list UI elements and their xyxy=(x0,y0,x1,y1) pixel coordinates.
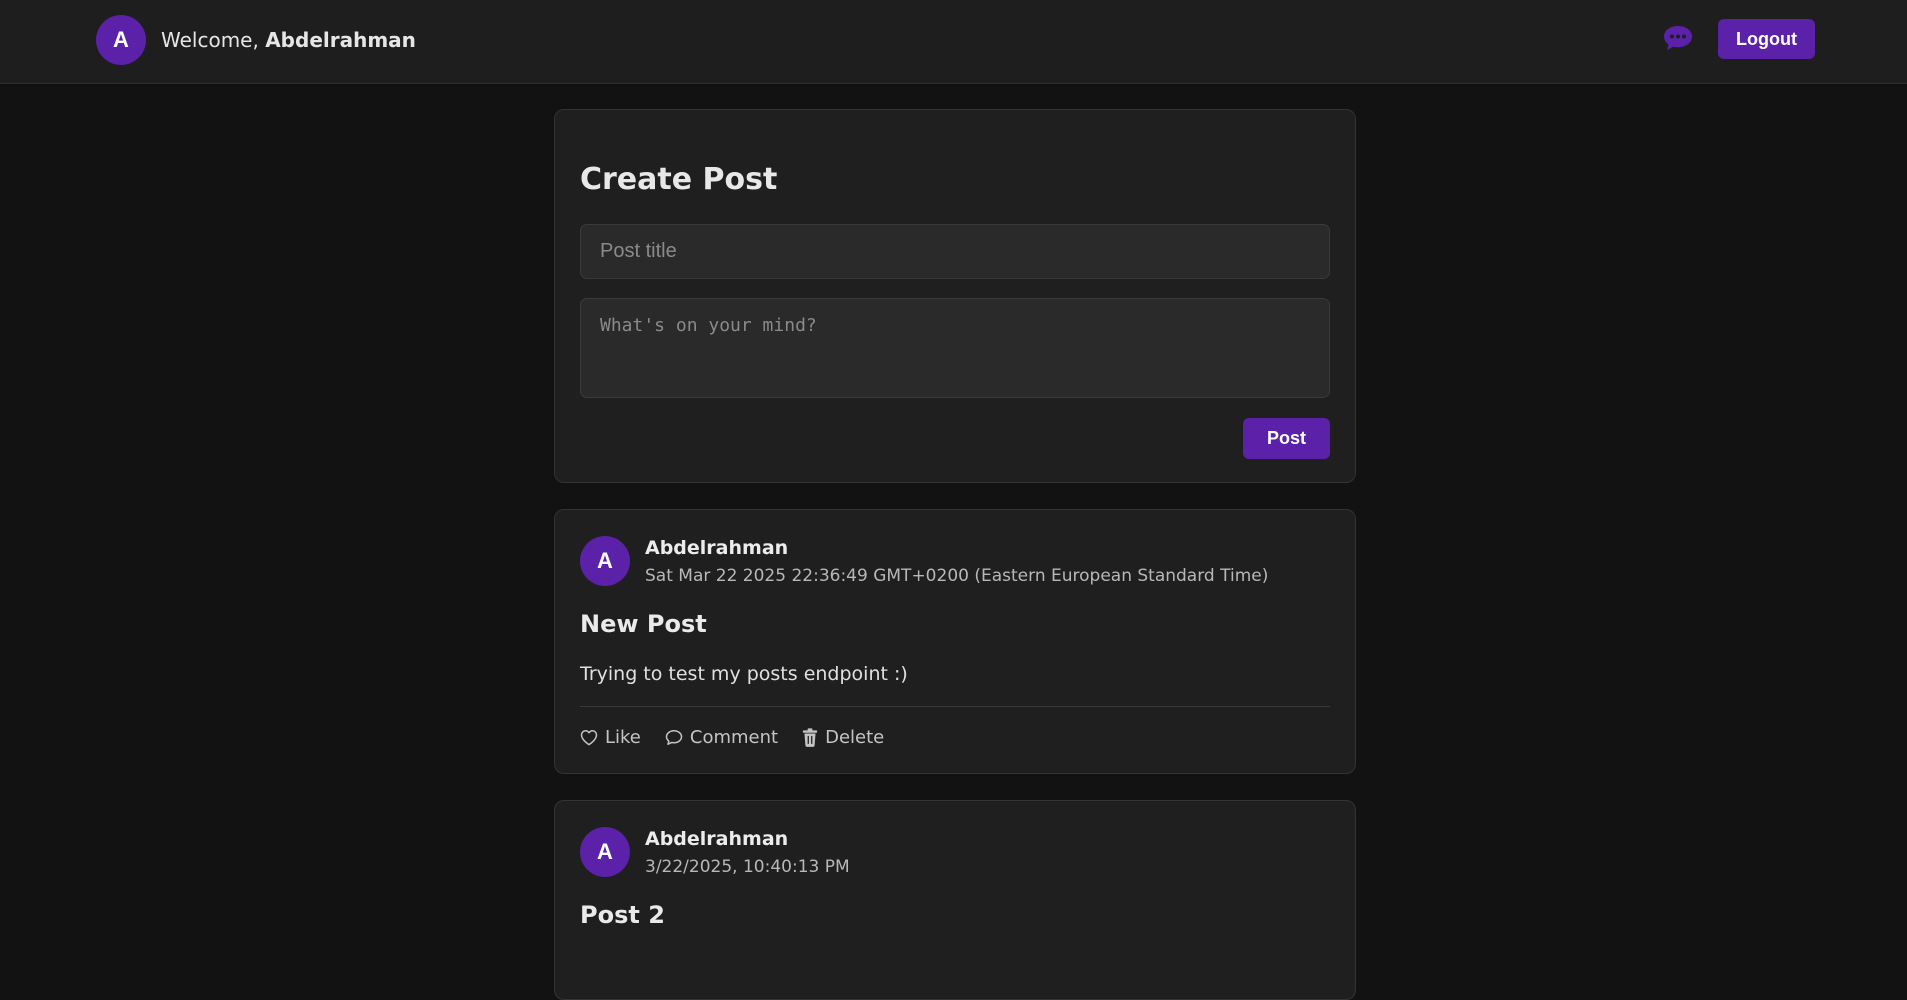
welcome-area: A Welcome, Abdelrahman xyxy=(96,15,416,65)
post-author-name[interactable]: Abdelrahman xyxy=(645,828,788,850)
post-timestamp: 3/22/2025, 10:40:13 PM xyxy=(645,857,850,877)
post-title: Post 2 xyxy=(580,901,665,929)
post-title-input[interactable] xyxy=(580,224,1330,279)
delete-button[interactable]: Delete xyxy=(802,727,884,748)
post-timestamp: Sat Mar 22 2025 22:36:49 GMT+0200 (Easte… xyxy=(645,566,1269,586)
like-button[interactable]: Like xyxy=(580,727,641,748)
post-body: Trying to test my posts endpoint :) xyxy=(580,663,908,685)
post-card: A Abdelrahman 3/22/2025, 10:40:13 PM Pos… xyxy=(554,800,1356,1000)
post-card: A Abdelrahman Sat Mar 22 2025 22:36:49 G… xyxy=(554,509,1356,774)
post-divider xyxy=(580,706,1330,707)
post-author-name[interactable]: Abdelrahman xyxy=(645,537,788,559)
trash-icon xyxy=(802,728,818,747)
welcome-username: Abdelrahman xyxy=(265,28,416,52)
delete-label: Delete xyxy=(825,727,885,748)
post-author-avatar[interactable]: A xyxy=(580,536,630,586)
logout-button[interactable]: Logout xyxy=(1718,19,1815,59)
comment-label: Comment xyxy=(689,727,779,748)
post-actions: Like Comment Delete xyxy=(580,727,908,748)
welcome-prefix: Welcome, xyxy=(161,28,266,52)
comment-icon xyxy=(665,730,683,745)
like-label: Like xyxy=(605,727,641,748)
create-post-card: Create Post Post xyxy=(554,109,1356,483)
post-title: New Post xyxy=(580,610,707,638)
comment-button[interactable]: Comment xyxy=(665,727,778,748)
top-nav-bar: A Welcome, Abdelrahman Logout xyxy=(0,0,1907,84)
post-content-input[interactable] xyxy=(580,298,1330,398)
welcome-message: Welcome, Abdelrahman xyxy=(161,28,416,52)
create-post-heading: Create Post xyxy=(580,162,778,197)
chat-bubble-icon[interactable] xyxy=(1662,24,1694,52)
user-avatar[interactable]: A xyxy=(96,15,146,65)
post-author-avatar[interactable]: A xyxy=(580,827,630,877)
submit-post-button[interactable]: Post xyxy=(1243,418,1330,459)
heart-icon xyxy=(580,730,598,746)
